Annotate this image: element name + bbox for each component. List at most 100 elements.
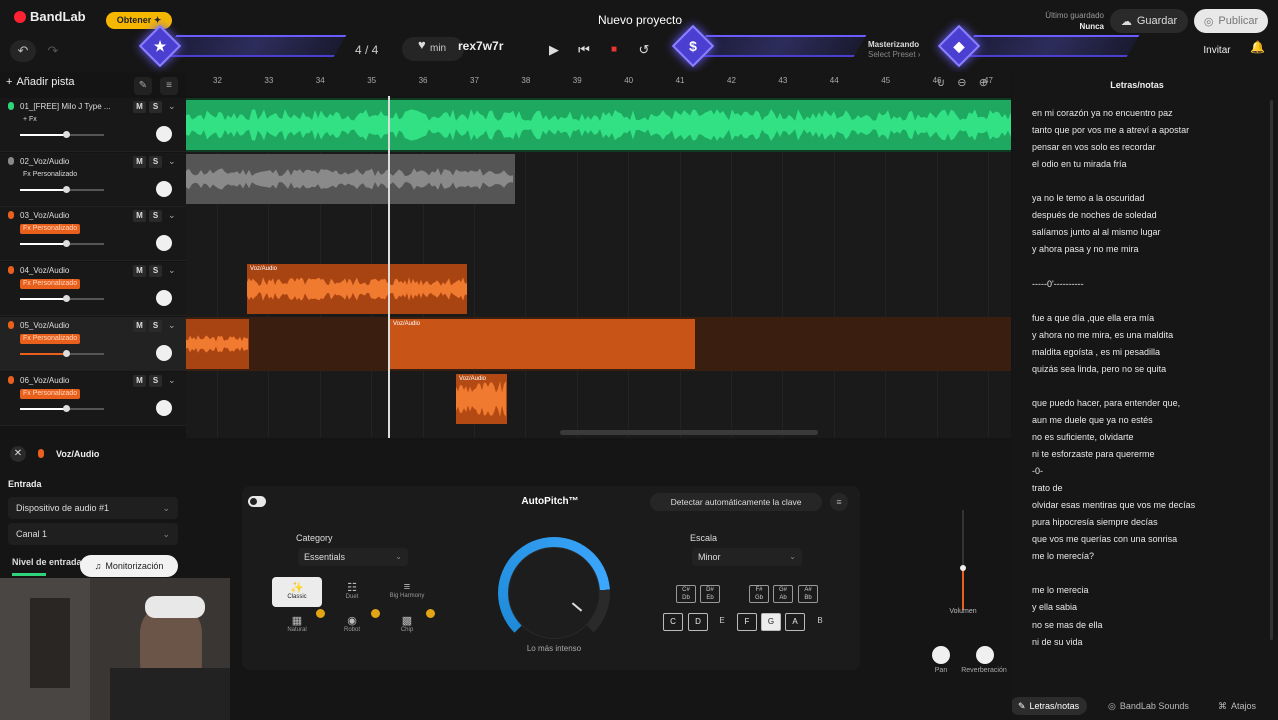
- key-sharp[interactable]: G# Ab: [773, 585, 793, 603]
- play-button[interactable]: ▶: [542, 38, 566, 62]
- chevron-down-icon[interactable]: ⌄: [168, 265, 176, 276]
- project-title[interactable]: Nuevo proyecto: [560, 13, 720, 27]
- timeline-area[interactable]: Voz/Audio Voz/Audio Voz/Audio: [186, 98, 1011, 438]
- mode-natural[interactable]: ▦ Natural: [272, 610, 322, 640]
- pencil-icon[interactable]: ✎: [134, 77, 152, 95]
- close-icon[interactable]: ✕: [10, 446, 26, 462]
- settings-sliders-icon[interactable]: ≡: [160, 77, 178, 95]
- reverb-knob[interactable]: [976, 646, 994, 664]
- clip-voz-05b[interactable]: Voz/Audio: [390, 319, 695, 369]
- lyrics-scrollbar[interactable]: [1270, 100, 1273, 640]
- bell-icon[interactable]: 🔔: [1250, 40, 1265, 54]
- tab-shortcuts[interactable]: ⌘ Atajos: [1210, 697, 1264, 715]
- publish-button[interactable]: ◎ Publicar: [1194, 9, 1268, 33]
- track-volume-slider[interactable]: [20, 349, 104, 357]
- track-pan-knob[interactable]: [156, 399, 172, 416]
- clip-voz-06[interactable]: Voz/Audio: [456, 374, 507, 424]
- track-header[interactable]: 01_[FREE] Milo J Type ... + Fx M S ⌄: [0, 98, 186, 152]
- pan-knob[interactable]: [932, 646, 950, 664]
- clip-voz-02[interactable]: [186, 154, 515, 204]
- key-natural[interactable]: B: [810, 613, 830, 631]
- clip-voz-05a[interactable]: [186, 319, 249, 369]
- solo-button[interactable]: S: [149, 265, 162, 278]
- key-natural[interactable]: G: [761, 613, 781, 631]
- mute-button[interactable]: M: [133, 374, 146, 387]
- track-header[interactable]: 05_Voz/Audio Fx Personalizado M S ⌄: [0, 316, 186, 371]
- solo-button[interactable]: S: [149, 319, 162, 332]
- detect-key-button[interactable]: Detectar automáticamente la clave: [650, 493, 822, 511]
- key-sharp[interactable]: C# Db: [676, 585, 696, 603]
- track-fx-button[interactable]: Fx Personalizado: [20, 388, 81, 399]
- key-sharp[interactable]: D# Eb: [700, 585, 720, 603]
- track-volume-slider[interactable]: [20, 295, 104, 303]
- track-name[interactable]: 03_Voz/Audio: [20, 211, 112, 220]
- horizontal-scrollbar[interactable]: [560, 430, 818, 435]
- magnet-icon[interactable]: ∪: [937, 77, 945, 89]
- solo-button[interactable]: S: [149, 101, 162, 113]
- track-fx-button[interactable]: Fx Personalizado: [20, 224, 81, 235]
- key-sharp[interactable]: F# Gb: [749, 585, 769, 603]
- clip-voz-04[interactable]: Voz/Audio: [247, 264, 467, 314]
- key-natural[interactable]: D: [688, 613, 708, 631]
- mode-duet[interactable]: ☷ Duet: [327, 577, 377, 607]
- key-natural[interactable]: A: [785, 613, 805, 631]
- monitoring-button[interactable]: ♫ Monitorización: [80, 555, 178, 577]
- track-fx-button[interactable]: Fx Personalizado: [20, 170, 80, 180]
- track-name[interactable]: 04_Voz/Audio: [20, 266, 112, 275]
- chevron-down-icon[interactable]: ⌄: [168, 101, 176, 112]
- track-name[interactable]: 02_Voz/Audio: [20, 157, 112, 166]
- record-button[interactable]: ■: [602, 38, 626, 62]
- track-pan-knob[interactable]: [156, 126, 172, 142]
- zoom-in-icon[interactable]: ⊕: [979, 77, 988, 89]
- add-track-button[interactable]: + Añadir pista: [6, 76, 90, 96]
- key-natural[interactable]: C: [663, 613, 683, 631]
- mute-button[interactable]: M: [133, 319, 146, 332]
- track-header[interactable]: 03_Voz/Audio Fx Personalizado M S ⌄: [0, 207, 186, 262]
- mode-chip[interactable]: ▩ Chip: [382, 610, 432, 640]
- mode-classic[interactable]: ✨ Classic: [272, 577, 322, 607]
- mastering-control[interactable]: Masterizando Select Preset ›: [868, 40, 920, 60]
- key-natural[interactable]: E: [712, 613, 732, 631]
- mode-big-harmony[interactable]: ≡ Big Harmony: [382, 577, 432, 607]
- chevron-down-icon[interactable]: ⌄: [168, 320, 176, 331]
- volume-slider[interactable]: [957, 510, 969, 610]
- zoom-out-icon[interactable]: ⊖: [957, 77, 966, 89]
- mute-button[interactable]: M: [133, 210, 146, 223]
- mute-button[interactable]: M: [133, 101, 146, 113]
- track-header[interactable]: 06_Voz/Audio Fx Personalizado M S ⌄: [0, 371, 186, 426]
- track-header[interactable]: 04_Voz/Audio Fx Personalizado M S ⌄: [0, 262, 186, 317]
- scale-select[interactable]: Minor ⌄: [692, 548, 802, 566]
- plugin-toggle[interactable]: [248, 496, 266, 507]
- track-pan-knob[interactable]: [156, 344, 172, 361]
- loop-button[interactable]: ↺: [632, 38, 656, 62]
- track-fx-button[interactable]: Fx Personalizado: [20, 279, 81, 290]
- mute-button[interactable]: M: [133, 265, 146, 278]
- solo-button[interactable]: S: [149, 374, 162, 387]
- track-volume-slider[interactable]: [20, 404, 104, 412]
- mode-robot[interactable]: ◉ Robot: [327, 610, 377, 640]
- plugin-settings-icon[interactable]: ≡: [830, 493, 848, 511]
- bandlab-logo[interactable]: BandLab: [14, 9, 86, 24]
- track-pan-knob[interactable]: [156, 235, 172, 252]
- category-select[interactable]: Essentials ⌄: [298, 548, 408, 566]
- volume-knob[interactable]: [960, 565, 966, 571]
- track-name[interactable]: 01_[FREE] Milo J Type ...: [20, 102, 112, 111]
- key-natural[interactable]: F: [737, 613, 757, 631]
- track-fx-button[interactable]: Fx Personalizado: [20, 333, 81, 344]
- track-name[interactable]: 06_Voz/Audio: [20, 376, 112, 385]
- mute-button[interactable]: M: [133, 155, 146, 168]
- invite-button[interactable]: Invitar: [1194, 40, 1240, 60]
- playhead[interactable]: [388, 96, 390, 438]
- track-pan-knob[interactable]: [156, 290, 172, 307]
- solo-button[interactable]: S: [149, 210, 162, 223]
- track-volume-slider[interactable]: [20, 131, 104, 138]
- track-header[interactable]: 02_Voz/Audio Fx Personalizado M S ⌄: [0, 152, 186, 207]
- track-pan-knob[interactable]: [156, 180, 172, 197]
- save-button[interactable]: ☁ Guardar: [1110, 9, 1188, 33]
- tab-lyrics[interactable]: ✎ Letras/notas: [1010, 697, 1088, 715]
- chevron-down-icon[interactable]: ⌄: [168, 210, 176, 221]
- track-volume-slider[interactable]: [20, 240, 104, 248]
- rewind-button[interactable]: ⏮: [572, 38, 596, 62]
- solo-button[interactable]: S: [149, 155, 162, 168]
- chevron-down-icon[interactable]: ⌄: [168, 375, 176, 386]
